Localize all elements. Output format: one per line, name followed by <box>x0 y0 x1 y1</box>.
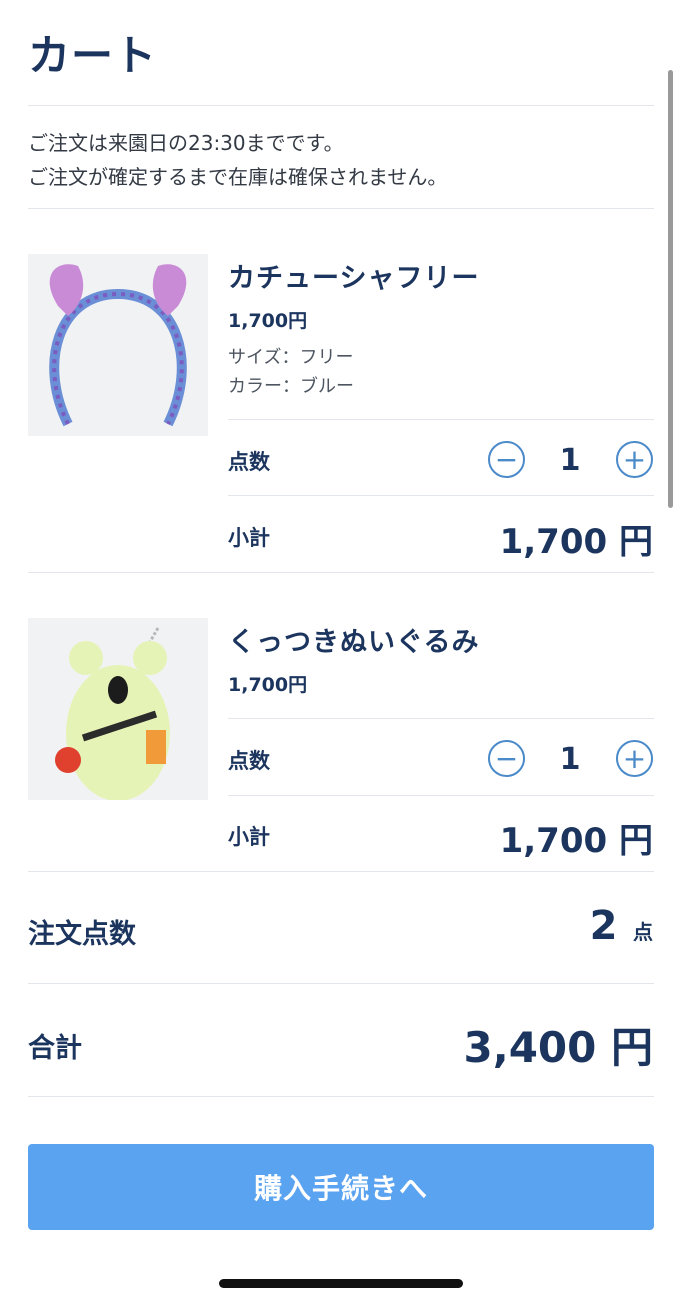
divider <box>228 795 654 796</box>
subtotal-value: 1,700 円 <box>499 522 653 562</box>
scrollbar[interactable] <box>668 70 673 508</box>
item-color: カラー：ブルー <box>228 376 354 397</box>
divider <box>228 495 654 496</box>
divider <box>28 983 654 984</box>
order-count-value: 2 <box>589 903 618 949</box>
divider <box>28 572 654 573</box>
subtotal-value: 1,700 円 <box>499 821 653 861</box>
item-name[interactable]: カチューシャフリー <box>228 256 479 295</box>
plus-circle-icon[interactable]: + <box>616 441 653 478</box>
product-image-plush[interactable] <box>28 618 208 800</box>
quantity-value: 1 <box>559 443 581 478</box>
notice-line-1: ご注文は来園日の23:30までです。 <box>28 131 344 155</box>
product-image-headband[interactable] <box>28 254 208 436</box>
order-count-label: 注文点数 <box>28 919 136 950</box>
quantity-value: 1 <box>559 742 581 777</box>
quantity-label: 点数 <box>228 450 270 474</box>
total-label: 合計 <box>28 1033 82 1064</box>
item-price: 1,700円 <box>228 674 308 696</box>
minus-circle-icon[interactable]: − <box>488 441 525 478</box>
divider <box>228 419 654 420</box>
quantity-label: 点数 <box>228 749 270 773</box>
item-price: 1,700円 <box>228 310 308 332</box>
divider <box>28 871 654 872</box>
notice-line-2: ご注文が確定するまで在庫は確保されません。 <box>28 165 448 189</box>
divider <box>28 208 654 209</box>
subtotal-label: 小計 <box>228 825 270 849</box>
divider <box>228 718 654 719</box>
total-value: 3,400 円 <box>463 1023 653 1072</box>
checkout-button[interactable]: 購入手続きへ <box>28 1144 654 1230</box>
order-notice: ご注文は来園日の23:30までです。 ご注文が確定するまで在庫は確保されません。 <box>28 126 447 194</box>
item-name[interactable]: くっつきぬいぐるみ <box>228 620 479 659</box>
order-count-unit: 点 <box>633 920 653 944</box>
divider <box>28 1096 654 1097</box>
order-count: 2 点 <box>590 903 653 949</box>
divider <box>28 105 654 106</box>
plus-circle-icon[interactable]: + <box>616 740 653 777</box>
page-title: カート <box>28 31 158 80</box>
subtotal-label: 小計 <box>228 526 270 550</box>
item-size: サイズ：フリー <box>228 347 354 368</box>
minus-circle-icon[interactable]: − <box>488 740 525 777</box>
home-indicator[interactable] <box>219 1279 463 1288</box>
